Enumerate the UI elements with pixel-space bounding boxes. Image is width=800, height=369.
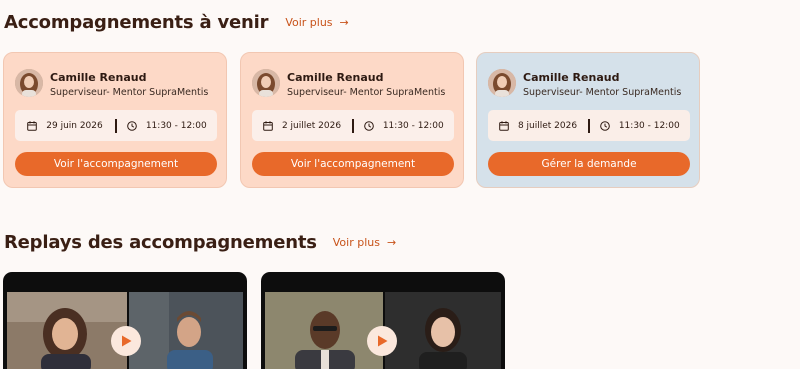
play-button[interactable] xyxy=(111,326,141,356)
session-time: 11:30 - 12:00 xyxy=(354,121,455,131)
avatar xyxy=(252,69,280,97)
session-card: Camille Renaud Superviseur- Mentor Supra… xyxy=(3,52,227,188)
session-time-text: 11:30 - 12:00 xyxy=(145,120,207,131)
video-thumbnail-participant xyxy=(385,292,501,369)
arrow-right-icon: → xyxy=(339,16,349,29)
session-date: 2 juillet 2026 xyxy=(252,121,352,131)
play-icon xyxy=(122,335,132,347)
clock-icon xyxy=(600,120,610,131)
mentor-role: Superviseur- Mentor SupraMentis xyxy=(50,87,209,98)
clock-icon xyxy=(127,120,137,131)
calendar-icon xyxy=(263,120,273,131)
view-session-button[interactable]: Voir l'accompagnement xyxy=(15,152,217,176)
video-thumbnail-participant xyxy=(7,292,127,369)
session-card: Camille Renaud Superviseur- Mentor Supra… xyxy=(476,52,700,188)
mentor-name: Camille Renaud xyxy=(287,71,384,84)
see-more-label: Voir plus xyxy=(332,236,380,249)
session-date: 8 juillet 2026 xyxy=(488,121,588,131)
avatar xyxy=(488,69,516,97)
session-date-text: 8 juillet 2026 xyxy=(517,120,578,131)
calendar-icon xyxy=(499,120,509,131)
replays-section-header: Replays des accompagnements Voir plus → xyxy=(4,232,396,253)
session-card: Camille Renaud Superviseur- Mentor Supra… xyxy=(240,52,464,188)
mentor-name: Camille Renaud xyxy=(50,71,147,84)
session-time-text: 11:30 - 12:00 xyxy=(618,120,680,131)
session-time-text: 11:30 - 12:00 xyxy=(382,120,444,131)
replays-section-title: Replays des accompagnements xyxy=(4,232,317,253)
arrow-right-icon: → xyxy=(386,236,397,249)
upcoming-section-title: Accompagnements à venir xyxy=(4,12,269,33)
session-info: 29 juin 2026 11:30 - 12:00 xyxy=(15,110,217,141)
session-time: 11:30 - 12:00 xyxy=(590,121,691,131)
see-more-label: Voir plus xyxy=(285,16,333,29)
play-button[interactable] xyxy=(367,326,397,356)
mentor-role: Superviseur- Mentor SupraMentis xyxy=(523,87,682,98)
session-info: 2 juillet 2026 11:30 - 12:00 xyxy=(252,110,454,141)
video-thumbnail-mentor xyxy=(265,292,383,369)
session-info: 8 juillet 2026 11:30 - 12:00 xyxy=(488,110,690,141)
play-icon xyxy=(378,335,388,347)
replay-video-card[interactable] xyxy=(3,272,247,369)
session-date: 29 juin 2026 xyxy=(15,121,115,131)
replays-see-more-link[interactable]: Voir plus → xyxy=(333,236,396,249)
session-time: 11:30 - 12:00 xyxy=(117,121,218,131)
clock-icon xyxy=(364,120,374,131)
calendar-icon xyxy=(27,120,38,131)
manage-request-button[interactable]: Gérer la demande xyxy=(488,152,690,176)
replay-video-card[interactable] xyxy=(261,272,505,369)
video-thumbnail-mentor xyxy=(129,292,243,369)
session-date-text: 2 juillet 2026 xyxy=(281,120,342,131)
avatar xyxy=(15,69,43,97)
upcoming-section-header: Accompagnements à venir Voir plus → xyxy=(4,12,349,33)
mentor-role: Superviseur- Mentor SupraMentis xyxy=(287,87,446,98)
view-session-button[interactable]: Voir l'accompagnement xyxy=(252,152,454,176)
upcoming-see-more-link[interactable]: Voir plus → xyxy=(285,16,348,29)
session-date-text: 29 juin 2026 xyxy=(46,120,103,131)
mentor-name: Camille Renaud xyxy=(523,71,620,84)
